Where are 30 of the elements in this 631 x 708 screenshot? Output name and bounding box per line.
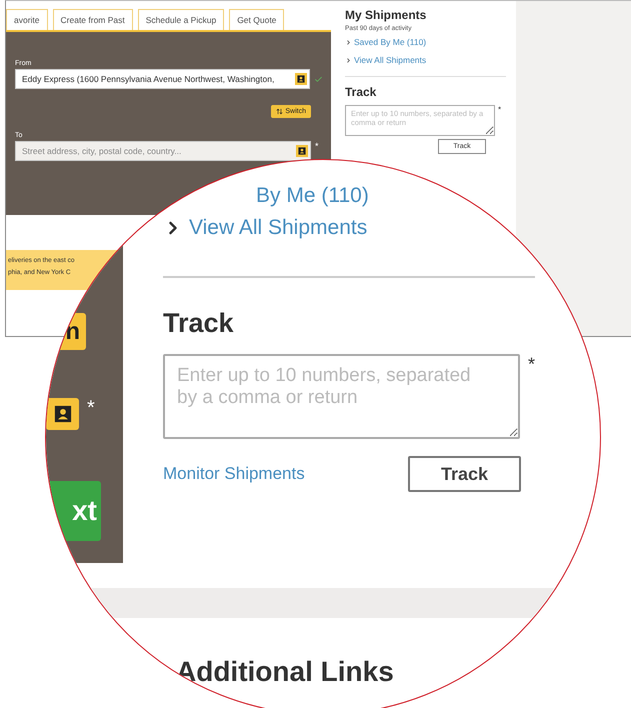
chevron-icon [345,38,352,46]
section-title: Track [163,308,235,339]
track-button[interactable]: Track [408,456,521,492]
contact-card-icon [297,75,306,83]
required-mark: * [528,354,535,376]
tab[interactable]: Create from Past [52,9,133,30]
section-title: Additional Links [176,656,395,688]
required-mark: * [315,141,319,151]
shipments-link[interactable]: Saved By Me (110) [345,37,506,47]
monitor-shipments-link[interactable]: Monitor Shipments [163,464,305,484]
shipments-link[interactable]: View All Shipments [345,55,506,65]
contact-button[interactable] [295,73,308,85]
contact-button[interactable] [46,398,79,430]
required-mark: * [87,398,95,418]
shipments-link[interactable]: View All Shipments [163,216,535,240]
section-title: Track [345,85,378,99]
tab[interactable]: Schedule a Pickup [138,9,224,30]
tracking-input[interactable]: Enter up to 10 numbers, separated by a comma or return [163,354,520,439]
contact-card-icon [298,147,306,155]
address-field[interactable]: Eddy Express (1600 Pennsylvania Avenue Northwest, Washington, [15,69,310,89]
section-title: My Shipments [345,8,428,22]
contact-button[interactable] [296,145,308,157]
address-field[interactable]: Street address, city, postal code, country... [15,141,311,161]
chevron-icon [345,56,352,64]
swap-icon [276,108,284,115]
contact-card-icon [54,405,72,423]
required-mark: * [498,105,502,114]
shipments-link[interactable]: By Me (110) [256,184,535,208]
tab[interactable]: avorite [6,9,48,30]
tab[interactable]: Get Quote [229,9,284,30]
